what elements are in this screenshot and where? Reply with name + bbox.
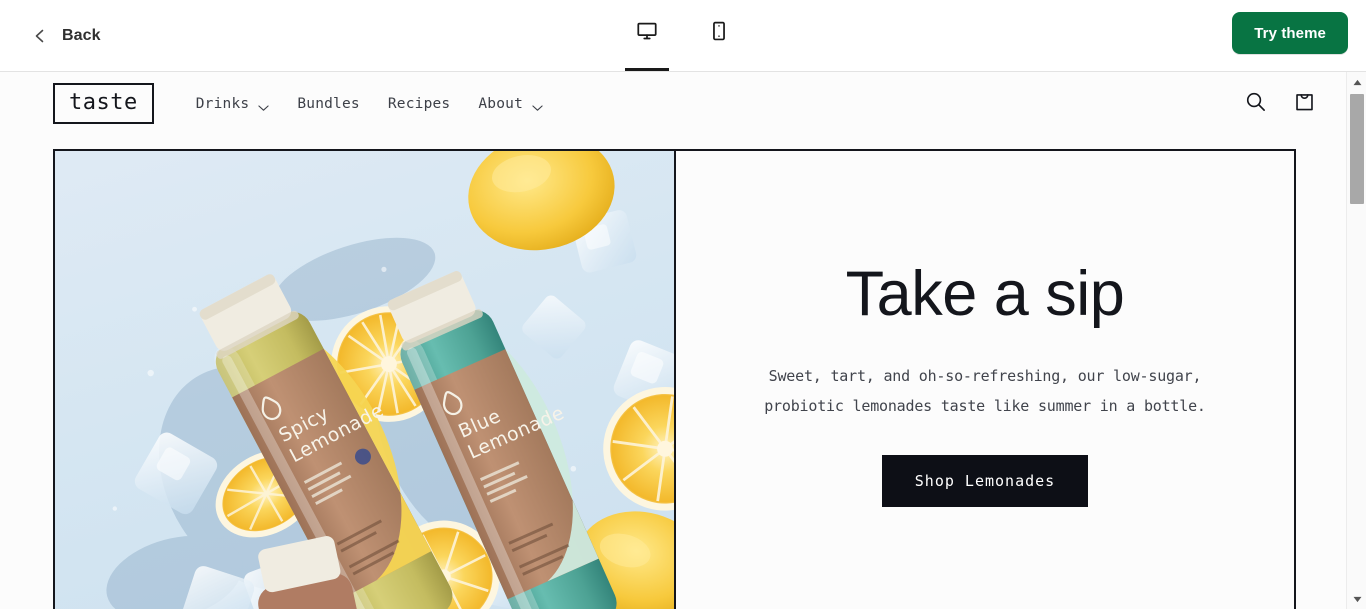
try-theme-button[interactable]: Try theme: [1232, 12, 1348, 54]
store-logo[interactable]: taste: [53, 83, 154, 124]
preview-scrollbar[interactable]: [1346, 72, 1366, 609]
scroll-up-button[interactable]: [1347, 72, 1366, 92]
nav-item-label: Drinks: [195, 95, 250, 112]
preview-toolbar: Back Try theme: [0, 0, 1366, 72]
hero-content: Take a sip Sweet, tart, and oh-so-refres…: [676, 151, 1294, 609]
device-toggle-mobile[interactable]: [697, 0, 741, 71]
desktop-monitor-icon: [636, 20, 658, 45]
hero-title: Take a sip: [845, 258, 1125, 329]
scrollbar-thumb[interactable]: [1350, 94, 1364, 204]
shopping-bag-icon[interactable]: [1293, 90, 1316, 118]
hero-image: Spicy Lemonade Blue Lemonade: [55, 151, 676, 609]
storefront-preview: taste Drinks Bundles Recipes About Spicy…: [0, 72, 1346, 609]
device-toggle-group: [0, 0, 1366, 72]
chevron-down-icon: [532, 100, 543, 111]
chevron-left-icon: [32, 28, 48, 44]
device-toggle-desktop[interactable]: [625, 0, 669, 71]
theme-preview-app: Back Try theme taste Drinks Bundles Reci…: [0, 0, 1366, 609]
mobile-phone-icon: [708, 20, 730, 45]
chevron-down-icon: [258, 100, 269, 111]
store-header: taste Drinks Bundles Recipes About: [0, 72, 1346, 135]
shop-lemonades-button[interactable]: Shop Lemonades: [881, 455, 1089, 508]
nav-item-bundles[interactable]: Bundles: [297, 96, 360, 112]
hero-product-photo: Spicy Lemonade Blue Lemonade: [55, 151, 674, 609]
nav-item-label: Bundles: [297, 95, 360, 112]
nav-item-drinks[interactable]: Drinks: [196, 96, 270, 112]
scroll-down-button[interactable]: [1347, 589, 1366, 609]
search-icon[interactable]: [1244, 90, 1267, 118]
triangle-down-icon: [1353, 590, 1362, 608]
store-nav: Drinks Bundles Recipes About: [196, 96, 543, 112]
nav-item-recipes[interactable]: Recipes: [388, 96, 451, 112]
hero-subtitle: Sweet, tart, and oh-so-refreshing, our l…: [764, 367, 1206, 416]
nav-item-label: Recipes: [387, 95, 451, 112]
hero-section: Spicy Lemonade Blue Lemonade Take a sip …: [53, 149, 1296, 609]
nav-item-about[interactable]: About: [478, 96, 543, 112]
back-label: Back: [62, 26, 101, 44]
store-header-actions: [1244, 90, 1316, 118]
triangle-up-icon: [1353, 73, 1362, 91]
nav-item-label: About: [478, 95, 524, 112]
back-button[interactable]: Back: [28, 21, 105, 51]
